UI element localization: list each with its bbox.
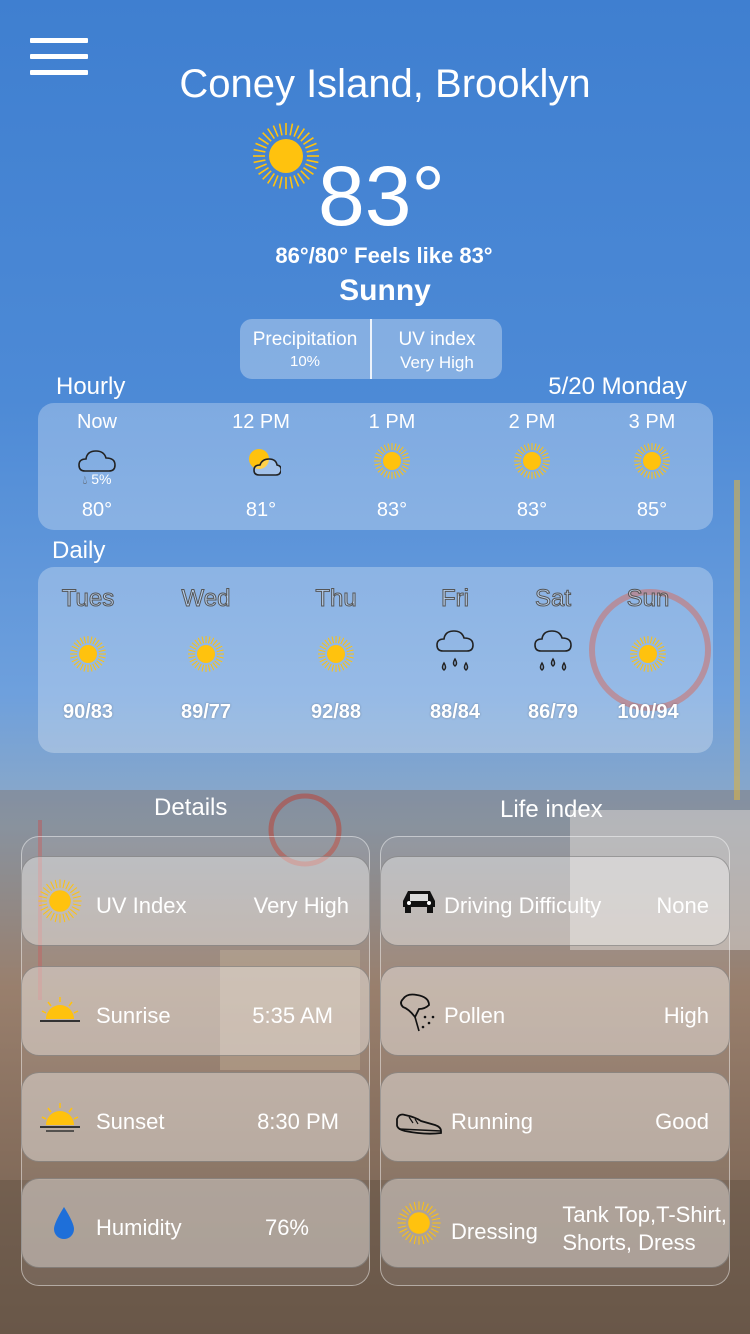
- day-name: Wed: [181, 585, 231, 613]
- life-card-driving-difficulty[interactable]: Driving Difficulty None: [380, 856, 730, 946]
- hour-temp: 80°: [81, 499, 113, 521]
- sunset-icon: [40, 1103, 80, 1132]
- detail-value: 5:35 AM: [252, 1003, 333, 1028]
- menu-bar-top: [30, 38, 88, 43]
- sun-icon: [397, 1201, 441, 1245]
- car-icon: [403, 891, 435, 913]
- hour-time: 2 PM: [508, 411, 556, 433]
- life-card-running[interactable]: Running Good: [380, 1072, 730, 1162]
- life-value: Good: [655, 1109, 709, 1134]
- dressing-line-2: Shorts, Dress: [562, 1230, 696, 1255]
- hourly-date: 5/20 Monday: [548, 373, 687, 400]
- day-name: Tues: [61, 585, 115, 613]
- sun-icon: [318, 636, 354, 672]
- sun-icon: [374, 443, 410, 479]
- detail-value: 8:30 PM: [257, 1109, 339, 1134]
- rain-icon: [436, 630, 474, 671]
- day-temps: 86/79: [527, 701, 579, 723]
- precip-chance: 💧︎ 5%: [82, 471, 112, 487]
- daily-forecast-panel[interactable]: Tues 90/83 Wed 89/77 Thu 92/88 Fri 88/84…: [38, 567, 713, 753]
- uv-value: Very High: [400, 353, 474, 372]
- hour-time: 1 PM: [368, 411, 416, 433]
- hour-temp: 83°: [376, 499, 408, 521]
- detail-label: Sunrise: [96, 1003, 171, 1028]
- day-name: Sun: [626, 585, 670, 613]
- sun-icon: [70, 636, 106, 672]
- pollen-icon: [400, 993, 435, 1032]
- life-index-title: Life index: [500, 796, 603, 823]
- sun-icon: [253, 123, 319, 189]
- day-temps: 90/83: [62, 701, 114, 723]
- day-temps: 88/84: [429, 701, 481, 723]
- life-label: Driving Difficulty: [444, 893, 602, 918]
- uv-cell: UV index Very High: [372, 319, 502, 379]
- detail-label: UV Index: [96, 893, 187, 918]
- day-name: Sat: [534, 585, 572, 613]
- precipitation-cell: Precipitation 10%: [240, 319, 372, 379]
- detail-card-uv-index[interactable]: UV Index Very High: [21, 856, 370, 946]
- detail-label: Sunset: [96, 1109, 165, 1134]
- life-value: None: [656, 893, 709, 918]
- precipitation-uv-summary: Precipitation 10% UV index Very High: [240, 319, 502, 379]
- current-temperature: 83°: [318, 149, 446, 243]
- detail-card-sunset[interactable]: Sunset 8:30 PM: [21, 1072, 370, 1162]
- city-name[interactable]: Coney Island, Brooklyn: [0, 62, 750, 107]
- day-temps: 100/94: [617, 701, 679, 723]
- detail-value: Very High: [253, 893, 349, 918]
- rain-icon: [534, 630, 572, 671]
- uv-label: UV index: [398, 329, 476, 350]
- menu-bar-middle: [30, 54, 88, 59]
- life-label: Running: [451, 1109, 533, 1134]
- sun-icon: [630, 636, 666, 672]
- day-name: Fri: [441, 585, 470, 613]
- hi-lo-feels-like: 86°/80° Feels like 83°: [275, 243, 493, 268]
- hourly-label: Hourly: [56, 373, 126, 400]
- day-name: Thu: [315, 585, 357, 613]
- shoe-icon: [396, 1113, 442, 1135]
- sun-icon: [514, 443, 550, 479]
- hour-temp: 85°: [636, 499, 668, 521]
- sun-icon: [38, 879, 82, 923]
- detail-card-humidity[interactable]: Humidity 76%: [21, 1178, 370, 1268]
- day-temps: 92/88: [310, 701, 362, 723]
- detail-label: Humidity: [96, 1215, 182, 1240]
- life-label: Pollen: [444, 1003, 506, 1028]
- weather-condition: Sunny: [339, 274, 431, 307]
- sun-icon: [634, 443, 670, 479]
- hour-temp: 81°: [245, 499, 277, 521]
- partly-cloudy-icon: [249, 449, 281, 476]
- precip-chance-value: 5%: [91, 471, 112, 487]
- details-title: Details: [154, 794, 228, 821]
- hour-time: 3 PM: [628, 411, 676, 433]
- daily-label: Daily: [52, 537, 106, 564]
- hour-temp: 83°: [516, 499, 548, 521]
- precipitation-value: 10%: [289, 353, 321, 370]
- life-label: Dressing: [451, 1219, 538, 1244]
- hourly-forecast-panel[interactable]: Now 💧︎ 5% 80° 12 PM 81° 1 PM 83° 2 PM 83…: [38, 403, 713, 530]
- sunrise-icon: [40, 997, 80, 1022]
- hour-time: 12 PM: [232, 411, 290, 433]
- dressing-line-1: Tank Top,T-Shirt,: [562, 1202, 727, 1227]
- sun-icon: [188, 636, 224, 672]
- life-card-dressing[interactable]: Dressing Tank Top,T-Shirt, Shorts, Dress: [380, 1178, 730, 1268]
- precipitation-label: Precipitation: [252, 329, 358, 350]
- day-temps: 89/77: [180, 701, 232, 723]
- life-card-pollen[interactable]: Pollen High: [380, 966, 730, 1056]
- life-value: Tank Top,T-Shirt, Shorts, Dress: [562, 1201, 727, 1257]
- detail-card-sunrise[interactable]: Sunrise 5:35 AM: [21, 966, 370, 1056]
- hour-time: Now: [76, 411, 117, 433]
- detail-value: 76%: [264, 1215, 309, 1240]
- water-drop-icon: [54, 1207, 74, 1239]
- life-value: High: [663, 1003, 709, 1028]
